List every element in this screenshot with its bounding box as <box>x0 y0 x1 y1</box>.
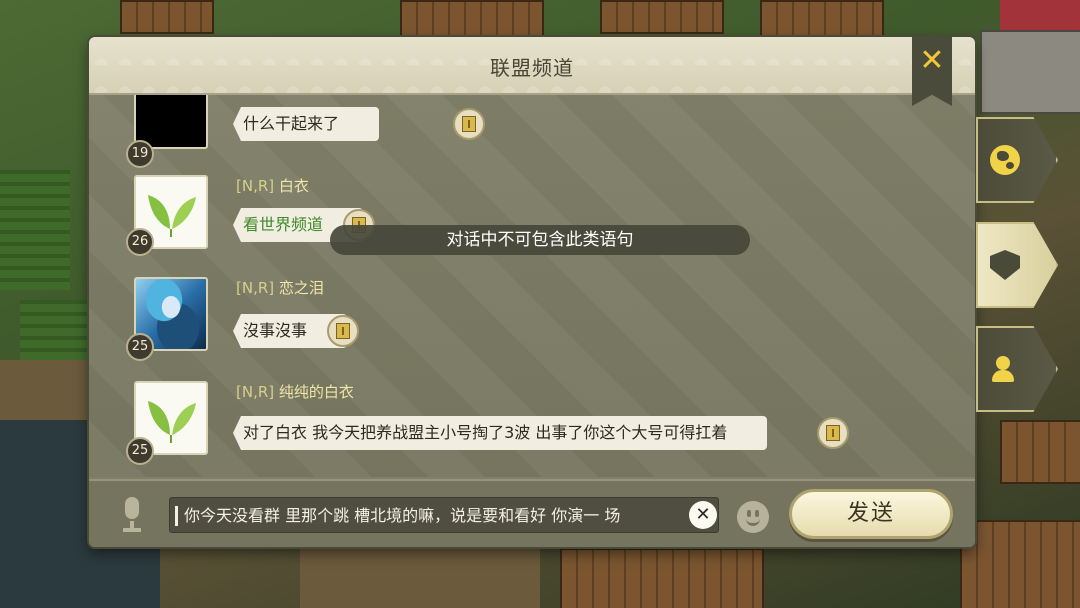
player-name-text: 白衣 <box>278 177 309 195</box>
level-badge: 25 <box>126 437 154 465</box>
dialog-header: 联盟频道 <box>89 37 975 95</box>
alliance-chat-dialog: 联盟频道 19 什么干起来了 26 [N,R] 白衣 看世界频道 25 [N,R… <box>89 37 975 547</box>
alliance-tag: [N,R] <box>236 279 275 297</box>
translate-icon[interactable] <box>327 315 359 347</box>
player-name[interactable]: [N,R] 白衣 <box>236 175 309 196</box>
player-name-text: 纯纯的白衣 <box>278 383 354 401</box>
chat-input-bar: 你今天没看群 里那个跳 槽北境的嘛，说是要和看好 你演一 场 ✕ 发送 <box>89 479 975 547</box>
message-text: 沒事沒事 <box>243 321 308 340</box>
smiley-icon[interactable] <box>737 501 769 533</box>
microphone-icon[interactable] <box>119 497 145 533</box>
globe-icon <box>990 145 1020 175</box>
translate-icon[interactable] <box>817 417 849 449</box>
translate-icon[interactable] <box>453 108 485 140</box>
private-chat-icon <box>990 354 1020 384</box>
message-bubble[interactable]: 对了白衣 我今天把养战盟主小号掏了3波 出事了你这个大号可得扛着 <box>233 416 768 450</box>
message-bubble[interactable]: 什么干起来了 <box>233 107 380 141</box>
close-icon: ✕ <box>919 43 945 78</box>
level-badge: 26 <box>126 228 154 256</box>
message-text: 什么干起来了 <box>243 114 340 133</box>
level-badge: 25 <box>126 333 154 361</box>
clear-input-icon[interactable]: ✕ <box>689 501 717 529</box>
player-name[interactable]: [N,R] 纯纯的白衣 <box>236 381 354 402</box>
send-button[interactable]: 发送 <box>789 489 953 539</box>
player-name[interactable]: [N,R] 恋之泪 <box>236 277 324 298</box>
level-badge: 19 <box>126 140 154 168</box>
dialog-title: 联盟频道 <box>490 56 574 80</box>
player-name-text: 恋之泪 <box>278 279 324 297</box>
chat-text-input[interactable]: 你今天没看群 里那个跳 槽北境的嘛，说是要和看好 你演一 场 <box>169 497 719 533</box>
message-text: 对了白衣 我今天把养战盟主小号掏了3波 出事了你这个大号可得扛着 <box>243 423 728 442</box>
alliance-shield-icon <box>990 250 1020 280</box>
message-text: 看世界频道 <box>243 215 324 234</box>
chat-message-list[interactable]: 19 什么干起来了 26 [N,R] 白衣 看世界频道 25 [N,R] 恋之泪… <box>89 95 975 477</box>
alliance-tag: [N,R] <box>236 383 275 401</box>
warning-toast: 对话中不可包含此类语句 <box>330 225 750 255</box>
alliance-tag: [N,R] <box>236 177 275 195</box>
